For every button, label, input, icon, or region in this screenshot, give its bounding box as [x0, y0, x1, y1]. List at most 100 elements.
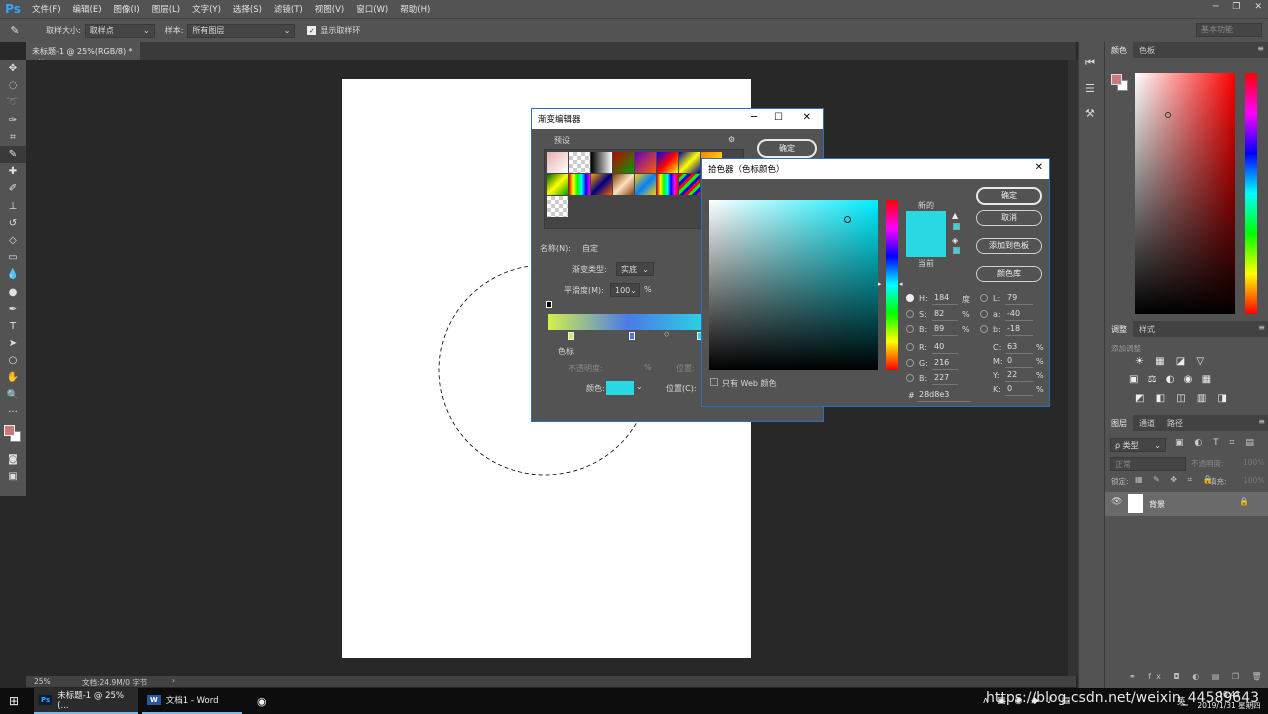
color-field[interactable]	[1135, 73, 1235, 314]
only-web-checkbox[interactable]	[710, 378, 718, 386]
preset-swatch[interactable]	[635, 174, 656, 195]
radio-brightness[interactable]	[906, 325, 914, 333]
pen-tool-icon[interactable]: ✒	[0, 301, 26, 318]
adjust-icons-row-2[interactable]: ▣ ⚖ ◐ ◉ ▦	[1129, 374, 1214, 385]
minimize-icon[interactable]: ─	[1213, 2, 1218, 12]
radio-green[interactable]	[906, 359, 914, 367]
color-stop-2[interactable]	[629, 332, 635, 340]
foreground-color-swatch[interactable]	[4, 424, 15, 436]
preset-swatch[interactable]	[657, 174, 678, 195]
sample-size-select[interactable]: 取样点 ⌄	[84, 23, 155, 38]
gradient-type-select[interactable]: 实底 ⌄	[616, 262, 654, 276]
show-ring-checkbox[interactable]: ✓	[307, 26, 317, 35]
magenta-field[interactable]: 0	[1005, 356, 1033, 368]
dodge-tool-icon[interactable]: ●	[0, 283, 26, 300]
more-tools-icon[interactable]: ···	[0, 404, 26, 421]
ime-indicator[interactable]: 英	[1172, 688, 1191, 714]
layer-kind-filter[interactable]: ρ 类型 ⌄	[1110, 438, 1166, 452]
color-stop-1[interactable]	[568, 332, 574, 340]
hue-slider-left-arrow-icon[interactable]: ▸	[878, 280, 882, 288]
adjust-icons-row-1[interactable]: ☀ ▦ ◪ ▽	[1135, 356, 1208, 367]
menu-layer[interactable]: 图层(L)	[146, 3, 186, 15]
preset-swatch[interactable]	[679, 152, 700, 173]
preset-swatch[interactable]	[635, 152, 656, 173]
menu-filter[interactable]: 滤镜(T)	[268, 3, 309, 15]
web-safe-swatch[interactable]	[953, 247, 960, 254]
zoom-tool-icon[interactable]: 🔍	[0, 387, 26, 404]
workspace-select[interactable]: 基本功能	[1196, 23, 1262, 37]
gamut-warning-icon[interactable]: ▲	[952, 211, 958, 220]
quick-select-tool-icon[interactable]: ✑	[0, 112, 26, 129]
menu-file[interactable]: 文件(F)	[26, 3, 67, 15]
layer-row-background[interactable]: 👁 背景 🔒	[1105, 492, 1268, 516]
layers-footer-icons[interactable]: ⚭ fx ◘ ◐ ▤ ❐ 🗑	[1129, 672, 1267, 681]
shape-tool-icon[interactable]: ○	[0, 352, 26, 369]
tab-color[interactable]: 颜色	[1105, 42, 1133, 58]
green-field[interactable]: 216	[932, 358, 958, 370]
preset-swatch[interactable]	[613, 174, 634, 195]
gradient-ok-button[interactable]: 确定	[757, 139, 817, 158]
hue-field[interactable]: 184	[932, 293, 958, 305]
opacity-stop[interactable]	[546, 301, 552, 308]
stop-color-swatch[interactable]	[606, 381, 634, 395]
eyedropper-icon[interactable]: ✎	[0, 24, 30, 37]
color-cancel-button[interactable]: 取消	[976, 210, 1042, 226]
lasso-tool-icon[interactable]: ➰	[0, 94, 26, 111]
marquee-tool-icon[interactable]: ◌	[0, 77, 26, 94]
menu-select[interactable]: 选择(S)	[227, 3, 268, 15]
zoom-level[interactable]: 25%	[34, 677, 51, 686]
visibility-eye-icon[interactable]: 👁	[1111, 497, 1122, 507]
menu-window[interactable]: 窗口(W)	[350, 3, 394, 15]
blur-tool-icon[interactable]: 💧	[0, 266, 26, 283]
layer-opacity-value[interactable]: 100%	[1243, 458, 1264, 467]
sample-select[interactable]: 所有图层 ⌄	[187, 23, 296, 38]
black-field[interactable]: 0	[1005, 384, 1033, 396]
maximize-icon[interactable]: ☐	[774, 112, 783, 123]
add-to-swatches-button[interactable]: 添加到色板	[976, 238, 1042, 254]
close-icon[interactable]: ✕	[1254, 2, 1262, 12]
hand-tool-icon[interactable]: ✋	[0, 369, 26, 386]
blend-mode-select[interactable]: 正常	[1110, 457, 1186, 471]
screen-mode-icon[interactable]: ▣	[0, 468, 26, 485]
menu-view[interactable]: 视图(V)	[309, 3, 350, 15]
restore-icon[interactable]: ❐	[1232, 2, 1240, 12]
color-panel-foreground[interactable]	[1111, 74, 1122, 85]
properties-icon[interactable]: ☰	[1085, 82, 1104, 95]
fill-value[interactable]: 100%	[1243, 476, 1264, 485]
gradient-tool-icon[interactable]: ▭	[0, 249, 26, 266]
type-tool-icon[interactable]: T	[0, 318, 26, 335]
brush-tool-icon[interactable]: ✐	[0, 180, 26, 197]
hue-slider[interactable]	[1245, 73, 1257, 314]
cyan-field[interactable]: 63	[1005, 342, 1033, 354]
color-libraries-button[interactable]: 颜色库	[976, 266, 1042, 282]
eyedropper-tool-icon[interactable]: ✎	[0, 145, 26, 164]
lab-l-field[interactable]: 79	[1005, 293, 1033, 305]
menu-edit[interactable]: 编辑(E)	[67, 3, 108, 15]
tab-layers[interactable]: 图层	[1105, 415, 1133, 431]
vertical-scrollbar[interactable]	[1068, 60, 1078, 676]
hue-slider-right-arrow-icon[interactable]: ◂	[899, 280, 903, 288]
web-safe-icon[interactable]: ◈	[952, 236, 958, 245]
preset-swatch[interactable]	[657, 152, 678, 173]
preset-swatch[interactable]	[613, 152, 634, 173]
taskbar-app-icon[interactable]: ◉	[252, 688, 272, 714]
layer-filter-icons[interactable]: ▣ ◐ T ⌗ ▤	[1175, 438, 1258, 448]
preset-swatch[interactable]	[569, 174, 590, 195]
chevron-down-icon[interactable]: ⌄	[636, 382, 643, 391]
menu-type[interactable]: 文字(Y)	[186, 3, 227, 15]
radio-lab-b[interactable]	[980, 325, 988, 333]
red-field[interactable]: 40	[932, 342, 958, 354]
midpoint-diamond-icon[interactable]: ◇	[664, 330, 669, 338]
history-brush-icon[interactable]: ↺	[0, 215, 26, 232]
healing-tool-icon[interactable]: ✚	[0, 163, 26, 180]
taskbar-word[interactable]: W 文档1 - Word	[142, 688, 242, 714]
yellow-field[interactable]: 22	[1005, 370, 1033, 382]
lab-a-field[interactable]: -40	[1005, 309, 1033, 321]
panel-menu-icon[interactable]: ≡	[1254, 321, 1268, 337]
close-icon[interactable]: ✕	[1035, 162, 1043, 173]
stamp-tool-icon[interactable]: ⊥	[0, 198, 26, 215]
tab-channels[interactable]: 通道	[1133, 415, 1161, 431]
radio-saturation[interactable]	[906, 310, 914, 318]
color-swatches[interactable]	[0, 421, 26, 451]
current-color-preview[interactable]	[906, 234, 946, 257]
